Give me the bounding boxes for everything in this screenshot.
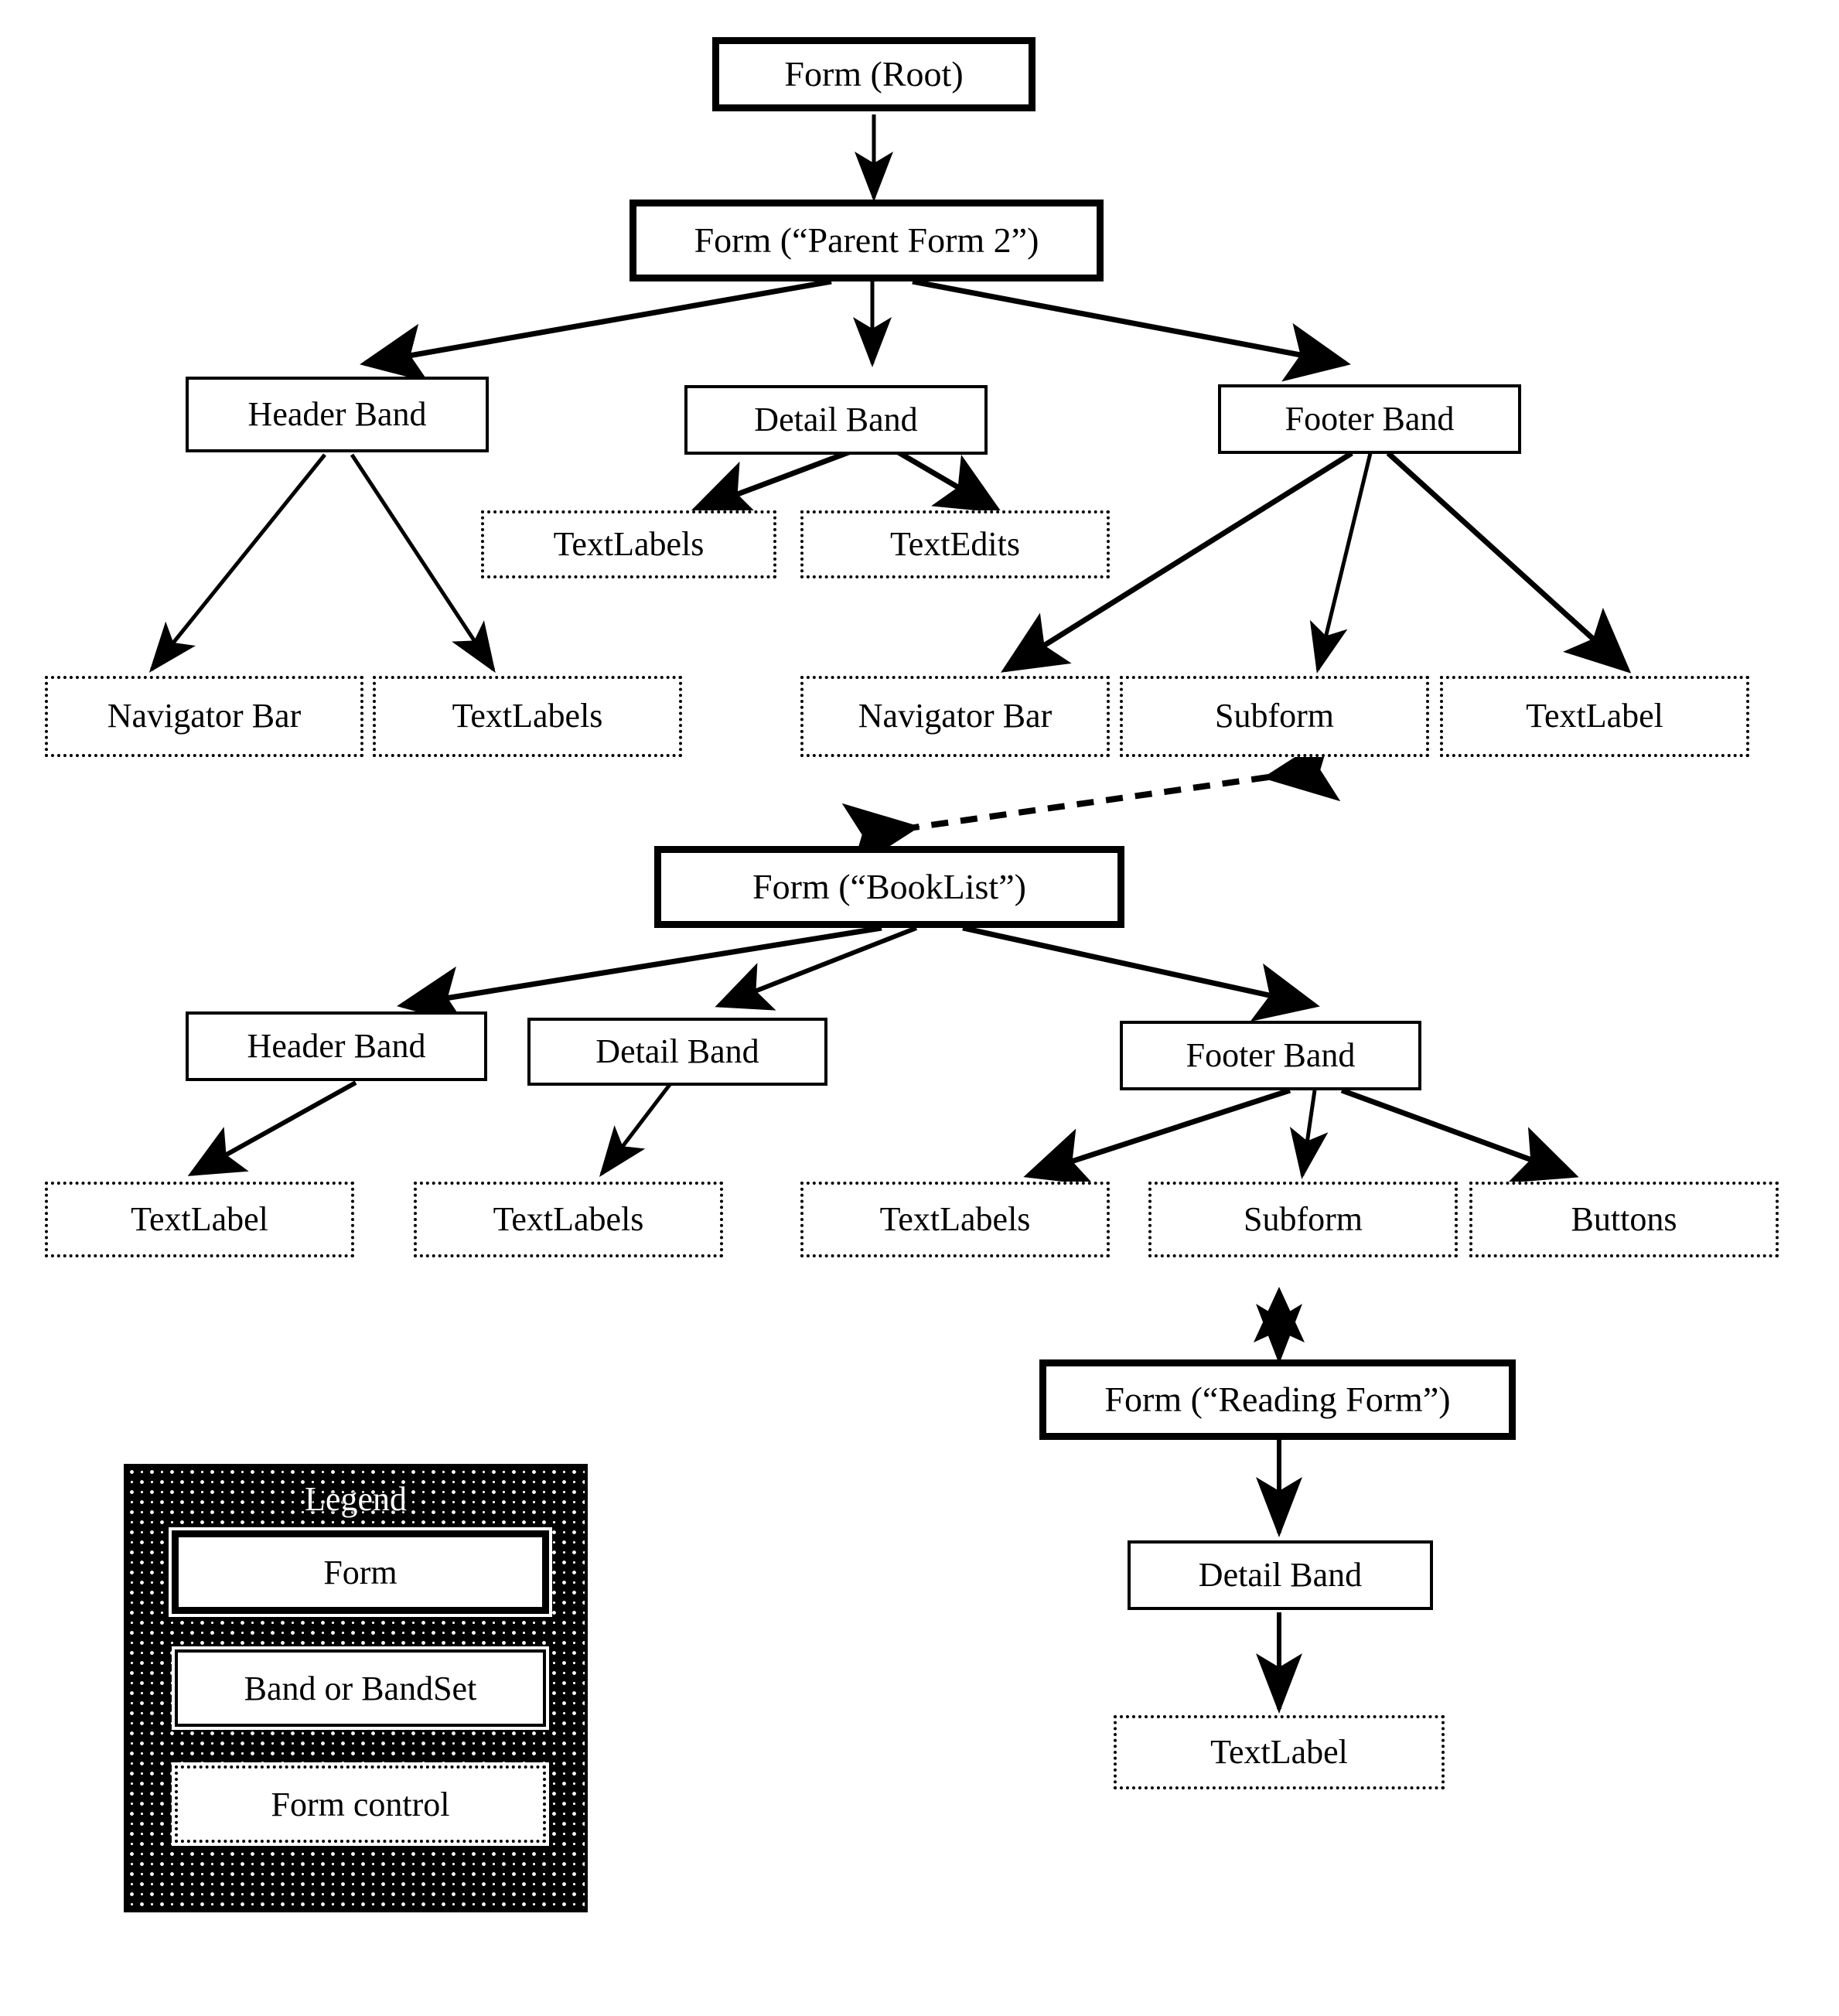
node-label: Detail Band — [1198, 1555, 1363, 1594]
node-label: TextLabels — [879, 1199, 1031, 1238]
node-control-p2-footer-subform[interactable]: Subform — [1120, 676, 1429, 757]
legend-item-label: Band or BandSet — [244, 1669, 477, 1707]
node-form-reading-form[interactable]: Form (“Reading Form”) — [1042, 1363, 1513, 1437]
node-label: Navigator Bar — [107, 697, 302, 735]
edge-parentform2-to-header — [360, 278, 832, 383]
legend-item-label: Form — [323, 1553, 397, 1591]
node-label: TextLabels — [452, 697, 603, 735]
node-label: Header Band — [247, 1026, 426, 1065]
node-label: Buttons — [1571, 1199, 1677, 1238]
node-label: TextLabels — [493, 1199, 644, 1238]
edge-detail-to-textlabels — [689, 449, 852, 517]
node-label: Form (“Parent Form 2”) — [694, 220, 1039, 260]
legend-sample-form: Form — [175, 1533, 546, 1611]
node-band-rf-detail[interactable]: Detail Band — [1128, 1540, 1433, 1610]
node-control-bl-detail-textlabels[interactable]: TextLabels — [414, 1182, 723, 1257]
node-label: Subform — [1244, 1199, 1363, 1238]
edge-bl-footer-to-textlabels — [1023, 1087, 1291, 1185]
legend-panel: Legend Form Band or BandSet Form control — [124, 1464, 588, 1912]
node-label: Detail Band — [595, 1032, 759, 1070]
node-control-bl-header-textlabel[interactable]: TextLabel — [45, 1182, 354, 1257]
diagram-canvas: Form (Root) Form (“Parent Form 2”) Heade… — [0, 0, 1839, 2016]
node-label: TextLabel — [131, 1199, 268, 1238]
node-control-p2-header-textlabels[interactable]: TextLabels — [373, 676, 682, 757]
edge-booklist-to-footer — [962, 925, 1320, 1022]
node-form-parent-form-2[interactable]: Form (“Parent Form 2”) — [633, 203, 1100, 278]
edge-bl-footer-to-buttons — [1340, 1087, 1579, 1183]
node-control-bl-footer-subform[interactable]: Subform — [1148, 1182, 1458, 1257]
edge-bl-header-to-textlabel — [187, 1080, 357, 1176]
node-band-bl-detail[interactable]: Detail Band — [527, 1018, 827, 1086]
legend-item-label: Form control — [271, 1785, 450, 1823]
node-label: Footer Band — [1285, 399, 1455, 438]
node-control-p2-detail-textedits[interactable]: TextEdits — [800, 510, 1110, 578]
node-control-p2-header-navigator-bar[interactable]: Navigator Bar — [45, 676, 363, 757]
node-label: TextLabels — [553, 524, 705, 563]
node-label: TextEdits — [889, 524, 1020, 563]
legend-sample-band: Band or BandSet — [175, 1649, 546, 1727]
node-label: TextLabel — [1526, 697, 1663, 735]
node-control-p2-footer-navigator-bar[interactable]: Navigator Bar — [800, 676, 1110, 757]
node-label: Form (Root) — [784, 53, 964, 94]
node-control-bl-footer-textlabels[interactable]: TextLabels — [800, 1182, 1110, 1257]
edge-booklist-to-detail — [715, 926, 918, 1011]
node-control-p2-footer-textlabel[interactable]: TextLabel — [1440, 676, 1749, 757]
node-label: Detail Band — [754, 400, 918, 438]
edge-header-to-navbar — [148, 453, 326, 673]
edge-detail-to-textedits — [896, 449, 1003, 513]
edge-bl-detail-to-textlabels — [599, 1081, 673, 1177]
legend-sample-control: Form control — [175, 1765, 546, 1843]
node-label: Navigator Bar — [858, 697, 1053, 735]
node-label: TextLabel — [1210, 1732, 1348, 1771]
legend-title: Legend — [305, 1480, 407, 1518]
node-band-bl-header[interactable]: Header Band — [186, 1011, 487, 1081]
node-label: Form (“BookList”) — [752, 866, 1026, 906]
edge-header-to-textlabels — [350, 453, 496, 674]
edge-bl-footer-to-subform — [1289, 1090, 1329, 1179]
node-form-root[interactable]: Form (Root) — [715, 40, 1032, 108]
edge-subform-to-booklist — [841, 734, 1341, 871]
node-band-p2-header[interactable]: Header Band — [186, 377, 489, 452]
node-label: Form (“Reading Form”) — [1104, 1379, 1451, 1419]
node-label: Subform — [1215, 697, 1334, 735]
edge-footer-to-textlabel — [1386, 451, 1632, 674]
node-band-p2-detail[interactable]: Detail Band — [684, 385, 988, 455]
node-form-booklist[interactable]: Form (“BookList”) — [657, 849, 1121, 925]
edge-parentform2-to-footer — [912, 278, 1351, 382]
node-control-p2-detail-textlabels[interactable]: TextLabels — [481, 510, 776, 578]
node-control-rf-detail-textlabel[interactable]: TextLabel — [1114, 1715, 1445, 1789]
node-label: Footer Band — [1186, 1035, 1356, 1074]
node-band-bl-footer[interactable]: Footer Band — [1120, 1021, 1421, 1090]
edge-booklist-to-header — [397, 925, 882, 1025]
node-band-p2-footer[interactable]: Footer Band — [1218, 384, 1521, 454]
node-control-bl-footer-buttons[interactable]: Buttons — [1469, 1182, 1779, 1257]
node-label: Header Band — [247, 394, 427, 433]
edge-footer-to-subform — [1309, 452, 1373, 674]
